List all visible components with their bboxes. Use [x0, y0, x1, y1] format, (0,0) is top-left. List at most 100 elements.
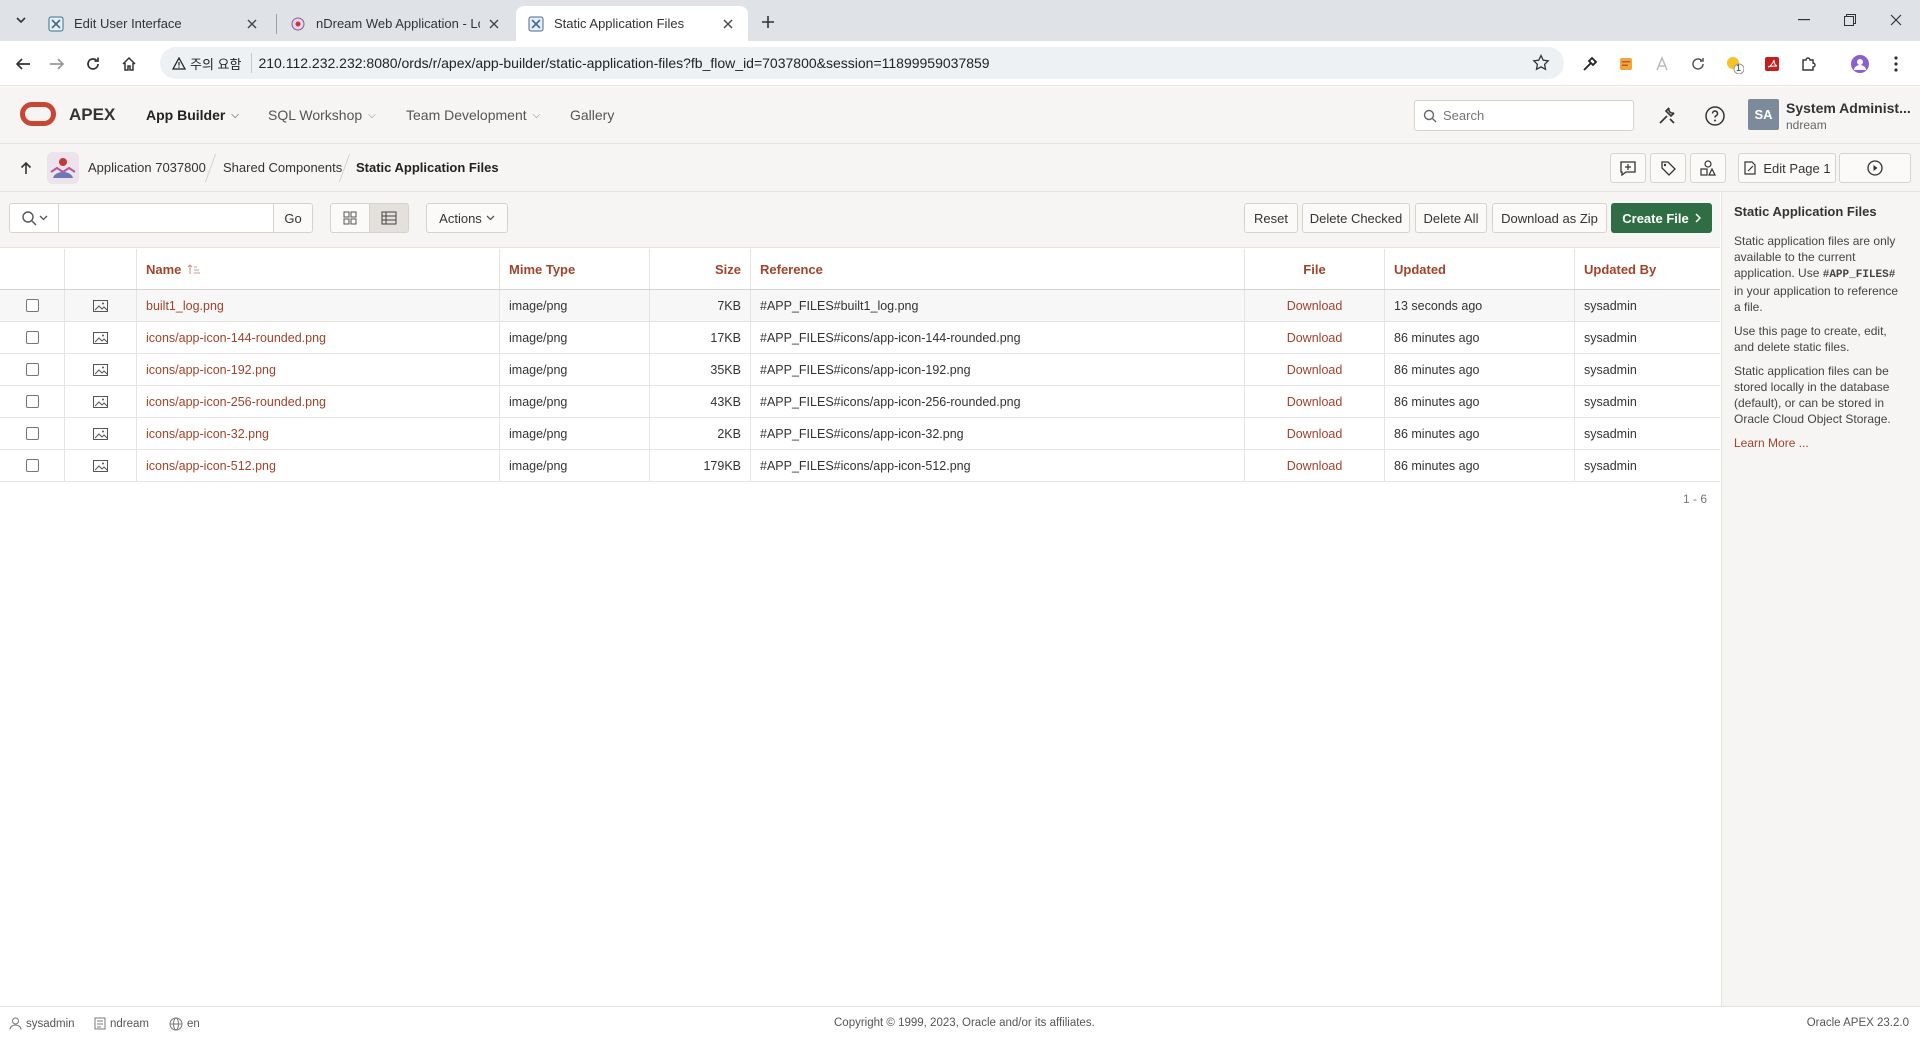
profile-avatar-icon[interactable]	[1850, 54, 1870, 74]
new-tab-button[interactable]	[756, 10, 780, 34]
learn-more-link[interactable]: Learn More ...	[1734, 436, 1809, 450]
user-avatar[interactable]: SA	[1748, 99, 1779, 130]
not-secure-indicator[interactable]: 주의 요함	[172, 53, 253, 73]
browser-menu-icon[interactable]	[1886, 54, 1906, 74]
go-button[interactable]: Go	[273, 203, 313, 233]
forward-icon[interactable]	[44, 51, 70, 77]
actions-menu-button[interactable]: Actions	[426, 203, 508, 233]
row-checkbox[interactable]	[25, 363, 39, 376]
download-link-text[interactable]: Download	[1287, 331, 1343, 345]
delete-checked-button[interactable]: Delete Checked	[1302, 203, 1410, 233]
search-column-selector[interactable]	[9, 203, 59, 233]
footer-user[interactable]: sysadmin	[9, 1017, 75, 1030]
global-search[interactable]	[1414, 100, 1634, 131]
download-zip-button[interactable]: Download as Zip	[1492, 203, 1607, 233]
download-link-text[interactable]: Download	[1287, 299, 1343, 313]
browser-tab[interactable]: Edit User Interface	[36, 6, 272, 41]
breadcrumb-application[interactable]: Application 7037800	[88, 160, 206, 175]
nav-app-builder[interactable]: App Builder ⌵	[146, 107, 239, 123]
column-header-reference[interactable]: Reference	[751, 249, 1245, 289]
shapes-icon[interactable]	[1690, 153, 1726, 183]
download-link[interactable]: Download	[1245, 418, 1385, 449]
tag-icon[interactable]	[1650, 153, 1686, 183]
file-name-link[interactable]: icons/app-icon-144-rounded.png	[137, 322, 500, 353]
eyedropper-extension-icon[interactable]	[1580, 54, 1600, 74]
up-arrow-icon[interactable]	[16, 158, 36, 178]
file-name-link[interactable]: icons/app-icon-512.png	[137, 450, 500, 481]
close-tab-icon[interactable]	[244, 16, 260, 32]
notes-extension-icon[interactable]	[1616, 54, 1636, 74]
help-icon[interactable]	[1701, 102, 1729, 130]
footer-workspace[interactable]: ndream	[94, 1017, 149, 1030]
download-link[interactable]: Download	[1245, 450, 1385, 481]
feedback-icon[interactable]	[1610, 153, 1646, 183]
home-icon[interactable]	[116, 51, 142, 77]
reset-button[interactable]: Reset	[1244, 203, 1298, 233]
download-link-text[interactable]: Download	[1287, 427, 1343, 441]
url-text[interactable]: 210.112.232.232:8080/ords/r/apex/app-bui…	[258, 55, 989, 71]
run-page-button[interactable]	[1839, 153, 1911, 183]
row-checkbox[interactable]	[25, 299, 39, 312]
user-name[interactable]: System Administ...	[1786, 100, 1911, 116]
reload-icon[interactable]	[80, 51, 106, 77]
download-link-text[interactable]: Download	[1287, 459, 1343, 473]
download-link-text[interactable]: Download	[1287, 363, 1343, 377]
minimize-window-icon[interactable]	[1784, 8, 1824, 32]
oracle-logo-icon[interactable]	[20, 102, 56, 126]
row-checkbox[interactable]	[25, 459, 39, 472]
file-name-link-text[interactable]: icons/app-icon-256-rounded.png	[146, 395, 326, 409]
close-tab-icon[interactable]	[486, 16, 502, 32]
brand-name[interactable]: APEX	[69, 105, 115, 125]
row-checkbox[interactable]	[25, 427, 39, 440]
font-extension-icon[interactable]	[1652, 54, 1672, 74]
download-link-text[interactable]: Download	[1287, 395, 1343, 409]
nav-team-development[interactable]: Team Development ⌵	[406, 107, 540, 123]
address-bar[interactable]: 주의 요함 210.112.232.232:8080/ords/r/apex/a…	[160, 47, 1564, 79]
download-link[interactable]: Download	[1245, 354, 1385, 385]
row-checkbox[interactable]	[25, 395, 39, 408]
edit-page-button[interactable]: Edit Page 1	[1738, 153, 1836, 183]
download-link[interactable]: Download	[1245, 290, 1385, 321]
file-name-link-text[interactable]: icons/app-icon-144-rounded.png	[146, 331, 326, 345]
close-tab-icon[interactable]	[720, 16, 736, 32]
back-icon[interactable]	[10, 51, 36, 77]
footer-language[interactable]: en	[169, 1017, 200, 1031]
column-header-updated[interactable]: Updated	[1385, 249, 1575, 289]
refresh-extension-icon[interactable]	[1688, 54, 1708, 74]
file-name-link-text[interactable]: icons/app-icon-32.png	[146, 427, 269, 441]
column-header-size[interactable]: Size	[650, 249, 751, 289]
file-name-link[interactable]: icons/app-icon-256-rounded.png	[137, 386, 500, 417]
breadcrumb-shared-components[interactable]: Shared Components	[223, 160, 342, 175]
browser-tab[interactable]: nDream Web Application - Lo	[278, 6, 514, 41]
column-header-mime[interactable]: Mime Type	[500, 249, 650, 289]
browser-tab-active[interactable]: Static Application Files	[516, 6, 748, 41]
row-checkbox[interactable]	[25, 331, 39, 344]
create-file-button[interactable]: Create File	[1611, 203, 1712, 233]
column-header-name[interactable]: Name	[137, 249, 500, 289]
nav-sql-workshop[interactable]: SQL Workshop ⌵	[268, 107, 376, 123]
global-search-input[interactable]	[1443, 108, 1623, 123]
download-link[interactable]: Download	[1245, 386, 1385, 417]
column-header-updated-by[interactable]: Updated By	[1575, 249, 1720, 289]
bookmark-star-icon[interactable]	[1532, 53, 1550, 75]
file-name-link-text[interactable]: built1_log.png	[146, 299, 224, 313]
file-name-link-text[interactable]: icons/app-icon-512.png	[146, 459, 276, 473]
file-name-link-text[interactable]: icons/app-icon-192.png	[146, 363, 276, 377]
pdf-extension-icon[interactable]	[1762, 54, 1782, 74]
admin-tools-icon[interactable]	[1653, 102, 1681, 130]
application-icon[interactable]	[47, 152, 79, 184]
delete-all-button[interactable]: Delete All	[1415, 203, 1487, 233]
nav-gallery[interactable]: Gallery	[570, 107, 614, 123]
column-header-file[interactable]: File	[1245, 249, 1385, 289]
icon-view-button[interactable]	[330, 203, 370, 233]
restore-window-icon[interactable]	[1830, 8, 1870, 32]
report-search-input[interactable]	[58, 203, 274, 233]
weather-extension-icon[interactable]: 1	[1724, 54, 1744, 74]
report-view-button[interactable]	[369, 203, 409, 233]
file-name-link[interactable]: icons/app-icon-192.png	[137, 354, 500, 385]
extensions-puzzle-icon[interactable]	[1798, 54, 1818, 74]
download-link[interactable]: Download	[1245, 322, 1385, 353]
file-name-link[interactable]: icons/app-icon-32.png	[137, 418, 500, 449]
tab-search-icon[interactable]	[10, 9, 32, 31]
close-window-icon[interactable]	[1876, 8, 1916, 32]
